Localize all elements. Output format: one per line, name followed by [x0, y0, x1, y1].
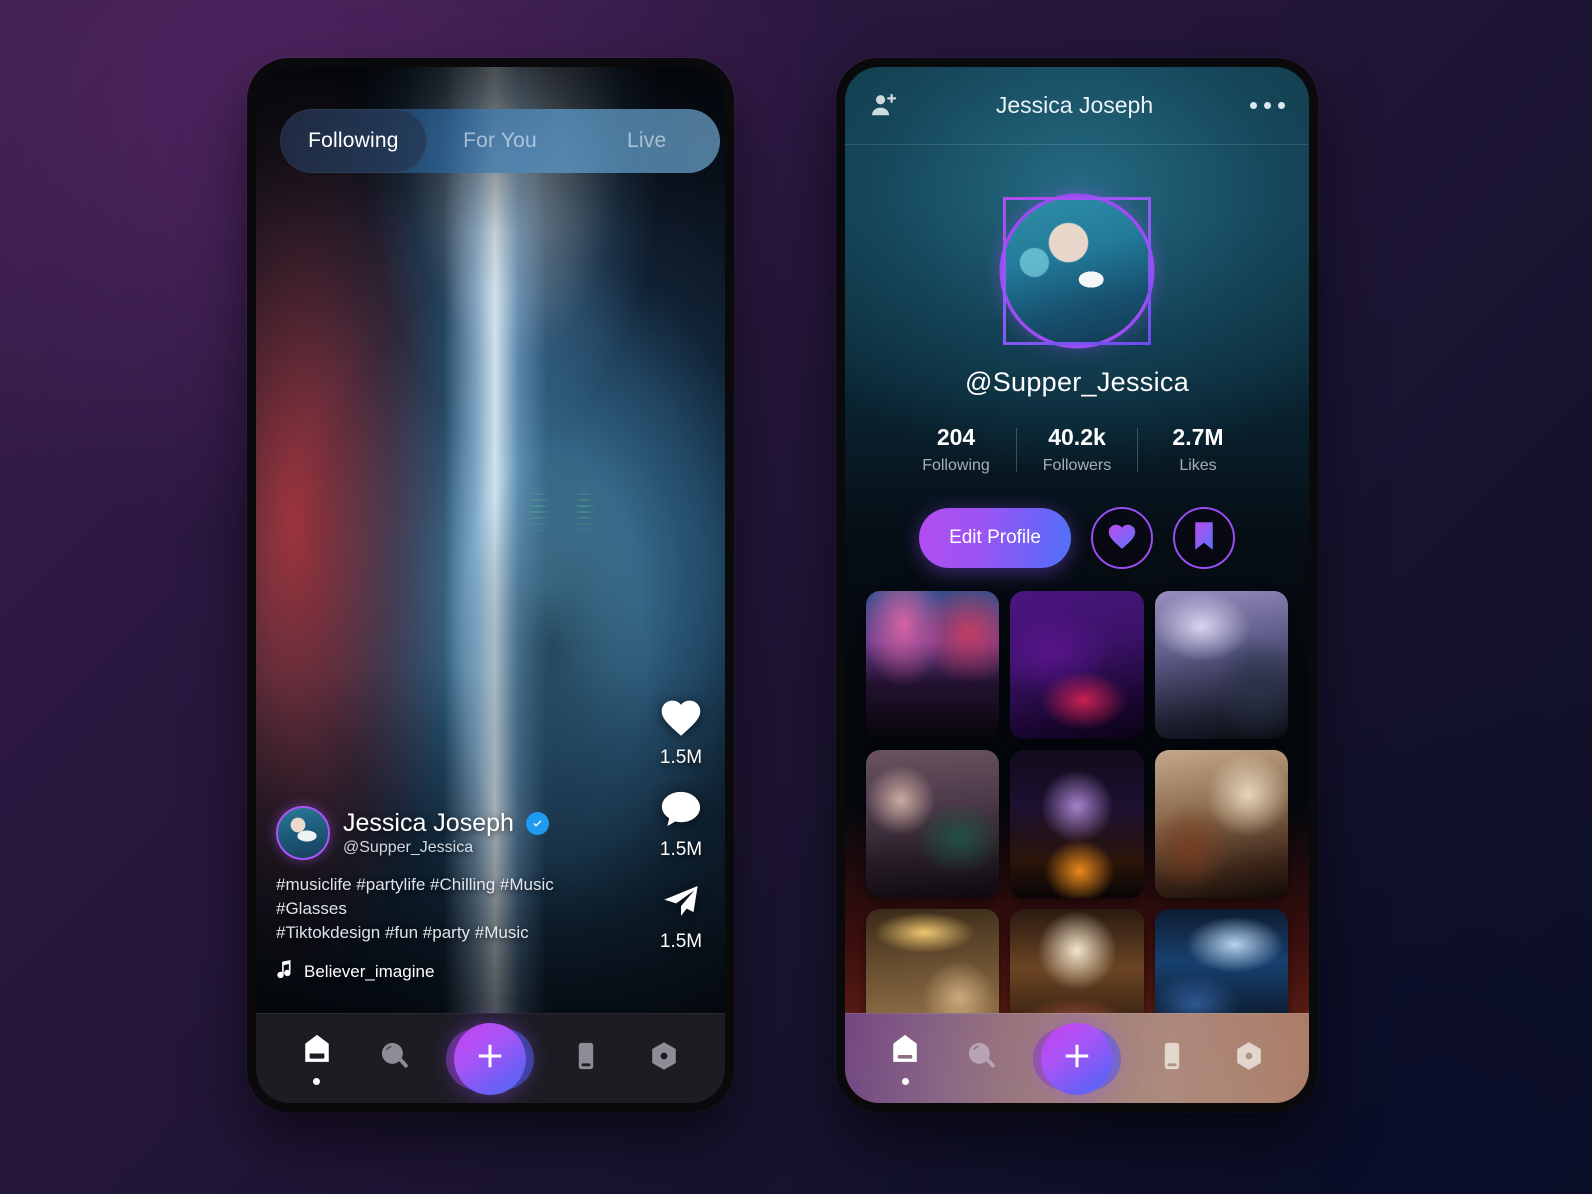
profile-stats: 204 Following 40.2k Followers 2.7M Likes — [845, 424, 1309, 475]
heart-icon — [1107, 522, 1137, 555]
post-caption-block: Jessica Joseph @Supper_Jessica #musiclif… — [276, 805, 617, 983]
create-post-button[interactable] — [1040, 1022, 1113, 1095]
profile-icon — [1231, 1039, 1267, 1078]
grid-tile[interactable] — [1154, 750, 1288, 898]
bottom-nav-feed — [256, 1013, 725, 1103]
heart-icon — [659, 697, 703, 742]
bottom-nav-profile — [845, 1013, 1309, 1103]
profile-screen: Jessica Joseph @Supper_Jessica 204 Follo… — [845, 67, 1309, 1103]
comment-count: 1.5M — [659, 839, 703, 860]
hashtags-line-1: #musiclife #partylife #Chilling #Music #… — [276, 874, 554, 918]
post-author[interactable]: Jessica Joseph @Supper_Jessica — [276, 805, 617, 860]
search-icon — [964, 1039, 1000, 1078]
music-title: Believer_imagine — [304, 961, 435, 981]
home-icon — [299, 1032, 335, 1071]
inbox-icon — [568, 1039, 604, 1078]
nav-home[interactable] — [887, 1032, 923, 1085]
add-icon — [1062, 1041, 1092, 1076]
phone-feed-device: Following For You Live 1.5M 1.5M 1.5M Je… — [247, 58, 734, 1112]
stat-likes[interactable]: 2.7M Likes — [1138, 424, 1258, 475]
edit-profile-button[interactable]: Edit Profile — [919, 508, 1071, 568]
stat-following-label: Following — [922, 457, 990, 474]
nav-profile[interactable] — [646, 1039, 682, 1078]
grid-tile[interactable] — [1154, 591, 1288, 739]
nav-search[interactable] — [964, 1039, 1000, 1078]
grid-tile[interactable] — [866, 909, 1000, 1013]
feed-tab-bar: Following For You Live — [280, 109, 720, 173]
avatar[interactable] — [276, 805, 330, 860]
create-post-button[interactable] — [454, 1022, 527, 1095]
like-action[interactable]: 1.5M — [659, 697, 703, 769]
share-action[interactable]: 1.5M — [659, 881, 703, 953]
hashtags-line-2: #Tiktokdesign #fun #party #Music — [276, 922, 529, 942]
grid-tile[interactable] — [866, 591, 1000, 739]
home-icon — [887, 1032, 923, 1071]
tab-live[interactable]: Live — [573, 109, 720, 173]
profile-actions: Edit Profile — [845, 507, 1309, 569]
like-count: 1.5M — [659, 747, 703, 768]
stat-following-value: 204 — [936, 424, 976, 450]
grid-tile[interactable] — [1010, 591, 1144, 739]
profile-icon — [646, 1039, 682, 1078]
search-icon — [377, 1039, 413, 1078]
share-icon — [659, 881, 703, 926]
add-icon — [475, 1041, 505, 1076]
nav-profile[interactable] — [1231, 1039, 1267, 1078]
stat-followers-value: 40.2k — [1048, 424, 1106, 450]
grid-tile[interactable] — [1010, 909, 1144, 1013]
author-handle: @Supper_Jessica — [343, 838, 474, 856]
bookmark-icon — [1192, 521, 1216, 556]
author-name: Jessica Joseph — [343, 808, 514, 837]
nav-home[interactable] — [299, 1032, 335, 1085]
author-names: Jessica Joseph @Supper_Jessica — [343, 809, 549, 857]
grid-tile[interactable] — [1010, 750, 1144, 898]
post-hashtags: #musiclife #partylife #Chilling #Music #… — [276, 873, 617, 945]
comment-action[interactable]: 1.5M — [659, 789, 703, 861]
nav-inbox[interactable] — [568, 1039, 604, 1078]
profile-body: @Supper_Jessica 204 Following 40.2k Foll… — [845, 145, 1309, 1013]
comment-icon — [659, 789, 703, 834]
nav-active-dot — [901, 1078, 909, 1085]
stat-followers[interactable]: 40.2k Followers — [1017, 424, 1137, 475]
phone-profile-device: Jessica Joseph @Supper_Jessica 204 Follo… — [836, 58, 1318, 1112]
stat-likes-label: Likes — [1179, 457, 1217, 474]
more-options-icon[interactable] — [1250, 102, 1285, 109]
stat-following[interactable]: 204 Following — [896, 424, 1016, 475]
add-user-icon[interactable] — [869, 91, 899, 121]
nav-active-dot — [313, 1078, 321, 1085]
post-music[interactable]: Believer_imagine — [276, 960, 617, 983]
verified-badge-icon — [525, 811, 549, 835]
stat-followers-label: Followers — [1042, 457, 1112, 474]
share-count: 1.5M — [659, 931, 703, 952]
profile-photo-grid — [845, 569, 1309, 1013]
grid-tile[interactable] — [1154, 909, 1288, 1013]
feed-screen: Following For You Live 1.5M 1.5M 1.5M Je… — [256, 67, 725, 1103]
tab-for-you[interactable]: For You — [427, 109, 574, 173]
author-name-line: Jessica Joseph — [343, 809, 549, 838]
inbox-icon — [1154, 1039, 1190, 1078]
music-note-icon — [276, 960, 293, 983]
grid-tile[interactable] — [866, 750, 1000, 898]
stat-likes-value: 2.7M — [1172, 424, 1224, 450]
tab-following[interactable]: Following — [280, 109, 427, 173]
favorites-button[interactable] — [1091, 507, 1153, 569]
profile-avatar[interactable] — [1003, 197, 1151, 345]
saved-button[interactable] — [1173, 507, 1235, 569]
nav-search[interactable] — [377, 1039, 413, 1078]
nav-inbox[interactable] — [1154, 1039, 1190, 1078]
page-title: Jessica Joseph — [995, 92, 1154, 118]
profile-header: Jessica Joseph — [845, 67, 1309, 145]
action-rail: 1.5M 1.5M 1.5M — [659, 697, 703, 953]
profile-handle: @Supper_Jessica — [964, 367, 1190, 397]
